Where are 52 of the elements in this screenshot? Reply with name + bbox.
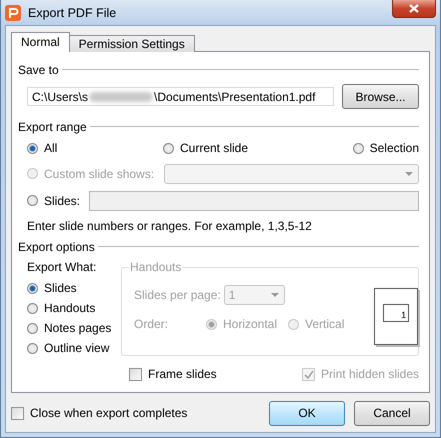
option-label: Outline view <box>44 341 110 356</box>
field-label: Export What: <box>27 260 98 274</box>
slides-field[interactable] <box>89 190 419 210</box>
window-title: Export PDF File <box>28 6 116 20</box>
option-label: Frame slides <box>148 367 217 381</box>
checkmark-icon <box>302 368 314 380</box>
slide-number: 1 <box>401 310 406 320</box>
option-label: Slides <box>44 281 77 296</box>
radio-button[interactable] <box>163 142 174 154</box>
radio-button[interactable] <box>27 342 38 354</box>
option-label: Selection <box>370 141 419 155</box>
option-label: Slides: <box>44 194 80 208</box>
path-field[interactable]: C:\Users\s \Documents\Presentation1.pdf <box>27 87 334 106</box>
path-text: \Documents\Presentation1.pdf <box>154 90 316 104</box>
checkbox[interactable] <box>129 368 142 380</box>
field-label: Order: <box>134 317 170 331</box>
group-heading: Handouts <box>129 260 182 274</box>
hint-text: Enter slide numbers or ranges. For example, 1,3,5-12 <box>26 219 313 234</box>
option-label: Custom slide shows: <box>44 166 154 180</box>
path-text: C:\Users\s <box>32 90 88 104</box>
option-label: Vertical <box>305 317 344 331</box>
radio-button[interactable] <box>27 142 38 154</box>
field-label: Slides per page: <box>134 288 221 302</box>
dropdown-value: 1 <box>228 288 236 302</box>
option-label: Notes pages <box>44 321 112 336</box>
radio-button[interactable] <box>27 282 38 294</box>
dropdown[interactable] <box>164 164 419 184</box>
option-label: Handouts <box>44 301 96 316</box>
option-label: Horizontal <box>223 317 278 331</box>
radio-button[interactable] <box>352 142 364 154</box>
radio-button[interactable] <box>27 302 38 314</box>
option-label: Current slide <box>180 141 248 155</box>
browse-button[interactable]: Browse... <box>342 84 419 109</box>
option-label: Close when export completes <box>30 406 188 420</box>
blur-smudge <box>89 92 154 102</box>
app-icon <box>5 4 21 20</box>
close-button[interactable] <box>392 0 436 18</box>
group-heading: Export options <box>18 240 96 254</box>
close-icon <box>409 4 419 13</box>
radio-button[interactable] <box>27 322 38 334</box>
caret-icon <box>405 172 413 176</box>
option-label: Print hidden slides <box>320 367 419 381</box>
tab[interactable]: Permission Settings <box>68 35 195 52</box>
caret-icon <box>270 293 279 297</box>
option-label: All <box>44 141 58 155</box>
group-heading: Save to <box>18 62 60 76</box>
checkbox[interactable] <box>11 406 24 420</box>
ok-button[interactable]: OK <box>269 400 345 426</box>
group-heading: Export range <box>18 120 88 134</box>
radio-button[interactable] <box>27 195 38 206</box>
cancel-button[interactable]: Cancel <box>354 400 430 426</box>
tab[interactable]: Normal <box>11 32 70 52</box>
